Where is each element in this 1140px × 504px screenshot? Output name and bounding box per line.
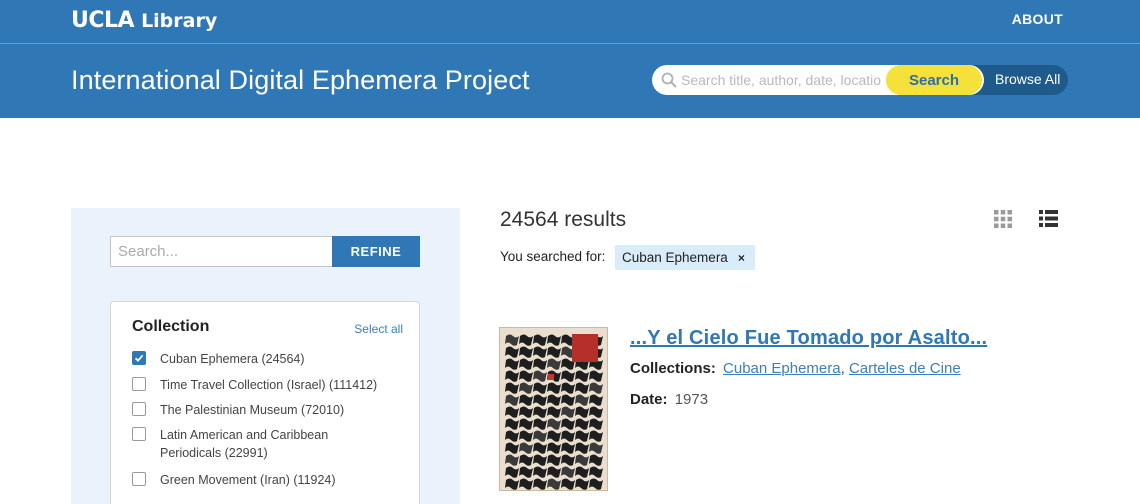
- facet-label: Time Travel Collection (Israel) (111412): [160, 378, 378, 392]
- global-search: Search Browse All: [652, 65, 1068, 95]
- grid-view-icon[interactable]: [994, 210, 1012, 228]
- filter-chip-label: Cuban Ephemera: [622, 250, 728, 265]
- collections-label: Collections:: [630, 360, 716, 377]
- checkbox[interactable]: [132, 427, 146, 441]
- facet-label: Cuban Ephemera (24564): [160, 352, 305, 366]
- facet-label: The Palestinian Museum (72010): [160, 403, 345, 417]
- logo-ucla-text: UCLA: [71, 8, 135, 33]
- date-label: Date:: [630, 391, 668, 408]
- collection-link-cuban-ephemera[interactable]: Cuban Ephemera: [723, 360, 841, 377]
- refine-search-input[interactable]: [110, 236, 333, 267]
- checkbox[interactable]: [132, 472, 146, 486]
- collection-facet: Collection Select all Cuban Ephemera (24…: [110, 301, 420, 504]
- result-date: Date: 1973: [630, 391, 708, 408]
- results-count: 24564 results: [500, 208, 627, 231]
- active-filter-chip: Cuban Ephemera ×: [615, 245, 755, 270]
- result-collections: Collections: Cuban Ephemera, Carteles de…: [630, 360, 961, 377]
- browse-all-link[interactable]: Browse All: [995, 71, 1060, 87]
- facet-item-latin-american-periodicals[interactable]: Latin American and Caribbean Periodicals…: [132, 426, 390, 462]
- refine-sidebar: REFINE Collection Select all Cuban Ephem…: [71, 208, 460, 504]
- checkmark-icon: [134, 354, 144, 363]
- checkbox[interactable]: [132, 402, 146, 416]
- collections-separator: ,: [840, 360, 849, 377]
- project-title: International Digital Ephemera Project: [71, 65, 530, 95]
- date-value: 1973: [674, 391, 709, 408]
- select-all-link[interactable]: Select all: [354, 322, 403, 336]
- remove-filter-icon[interactable]: ×: [738, 251, 745, 265]
- facet-item-green-movement[interactable]: Green Movement (Iran) (11924): [132, 471, 390, 489]
- collection-facet-title: Collection: [132, 318, 210, 335]
- facet-item-time-travel[interactable]: Time Travel Collection (Israel) (111412): [132, 376, 390, 394]
- top-bar: UCLA Library ABOUT: [0, 0, 1140, 43]
- facet-item-cuban-ephemera[interactable]: Cuban Ephemera (24564): [132, 350, 390, 368]
- collection-link-carteles-de-cine[interactable]: Carteles de Cine: [849, 360, 961, 377]
- ucla-library-logo[interactable]: UCLA Library: [71, 8, 217, 33]
- poster-image: [500, 328, 607, 490]
- facet-label: Latin American and Caribbean Periodicals…: [160, 428, 329, 460]
- list-view-icon[interactable]: [1039, 210, 1058, 227]
- about-link[interactable]: ABOUT: [1012, 11, 1063, 27]
- search-field: Search: [652, 65, 984, 95]
- searched-for-label: You searched for:: [500, 249, 606, 264]
- search-icon: [661, 72, 677, 88]
- facet-label: Green Movement (Iran) (11924): [160, 473, 336, 487]
- facet-item-palestinian-museum[interactable]: The Palestinian Museum (72010): [132, 401, 390, 419]
- refine-button[interactable]: REFINE: [332, 236, 420, 267]
- search-input[interactable]: [681, 70, 881, 90]
- logo-library-text: Library: [141, 10, 218, 32]
- checkbox[interactable]: [132, 377, 146, 391]
- result-title-link[interactable]: ...Y el Cielo Fue Tomado por Asalto...: [630, 327, 987, 350]
- project-header: International Digital Ephemera Project S…: [0, 44, 1140, 118]
- result-thumbnail[interactable]: [499, 327, 608, 491]
- search-button[interactable]: Search: [886, 65, 982, 95]
- checkbox-checked[interactable]: [132, 351, 146, 365]
